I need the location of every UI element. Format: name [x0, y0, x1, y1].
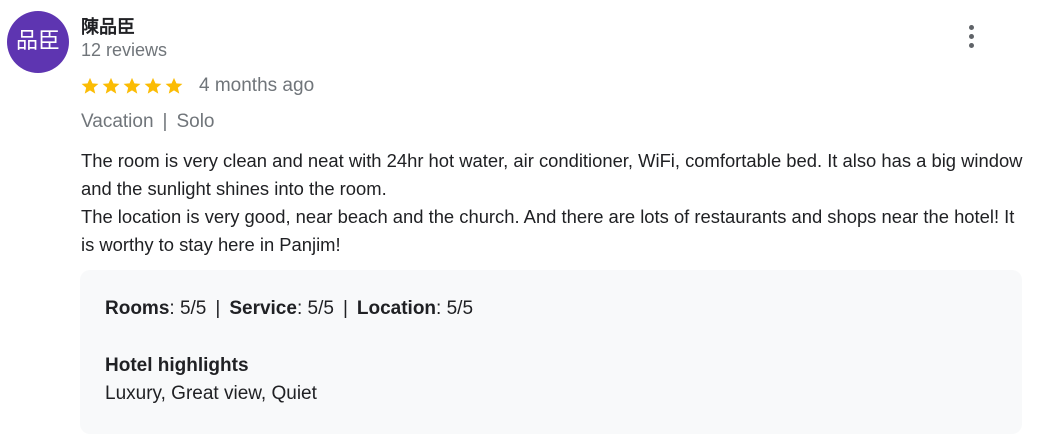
star-rating: [80, 76, 184, 96]
avatar-initials: 品臣: [15, 29, 60, 54]
author-name[interactable]: 陳品臣: [81, 13, 135, 39]
location-label: Location: [356, 298, 437, 319]
review-paragraph-2: The location is very good, near beach an…: [81, 206, 1015, 255]
star-icon: [143, 76, 163, 96]
rooms-value: : 5/5: [169, 298, 207, 319]
rating-separator: |: [215, 298, 221, 319]
category-ratings: Rooms: 5/5 | Service: 5/5 | Location: 5/5: [105, 298, 473, 320]
rooms-label: Rooms: [105, 298, 170, 319]
trip-separator: |: [162, 111, 168, 132]
rating-row: 4 months ago: [80, 74, 314, 98]
review-time: 4 months ago: [199, 75, 315, 96]
review-paragraph-1: The room is very clean and neat with 24h…: [81, 150, 1023, 199]
location-value: : 5/5: [436, 298, 474, 319]
more-vert-icon: [968, 24, 974, 48]
highlights-text: Luxury, Great view, Quiet: [105, 383, 317, 404]
highlights-title: Hotel highlights: [105, 355, 249, 376]
rating-separator: |: [342, 298, 348, 319]
more-options-button[interactable]: [958, 22, 984, 50]
star-icon: [164, 76, 184, 96]
star-icon: [101, 76, 121, 96]
review-text: The room is very clean and neat with 24h…: [81, 147, 1031, 259]
trip-type: Vacation: [81, 111, 154, 132]
trip-companion: Solo: [176, 111, 215, 132]
review-details-card: Rooms: 5/5 | Service: 5/5 | Location: 5/5 Ho…: [80, 270, 1022, 434]
service-value: : 5/5: [296, 298, 334, 319]
avatar[interactable]: 品臣: [7, 11, 69, 73]
star-icon: [80, 76, 100, 96]
star-icon: [122, 76, 142, 96]
trip-info: Vacation | Solo: [81, 111, 215, 133]
service-label: Service: [229, 298, 297, 319]
review-count[interactable]: 12 reviews: [81, 40, 167, 61]
